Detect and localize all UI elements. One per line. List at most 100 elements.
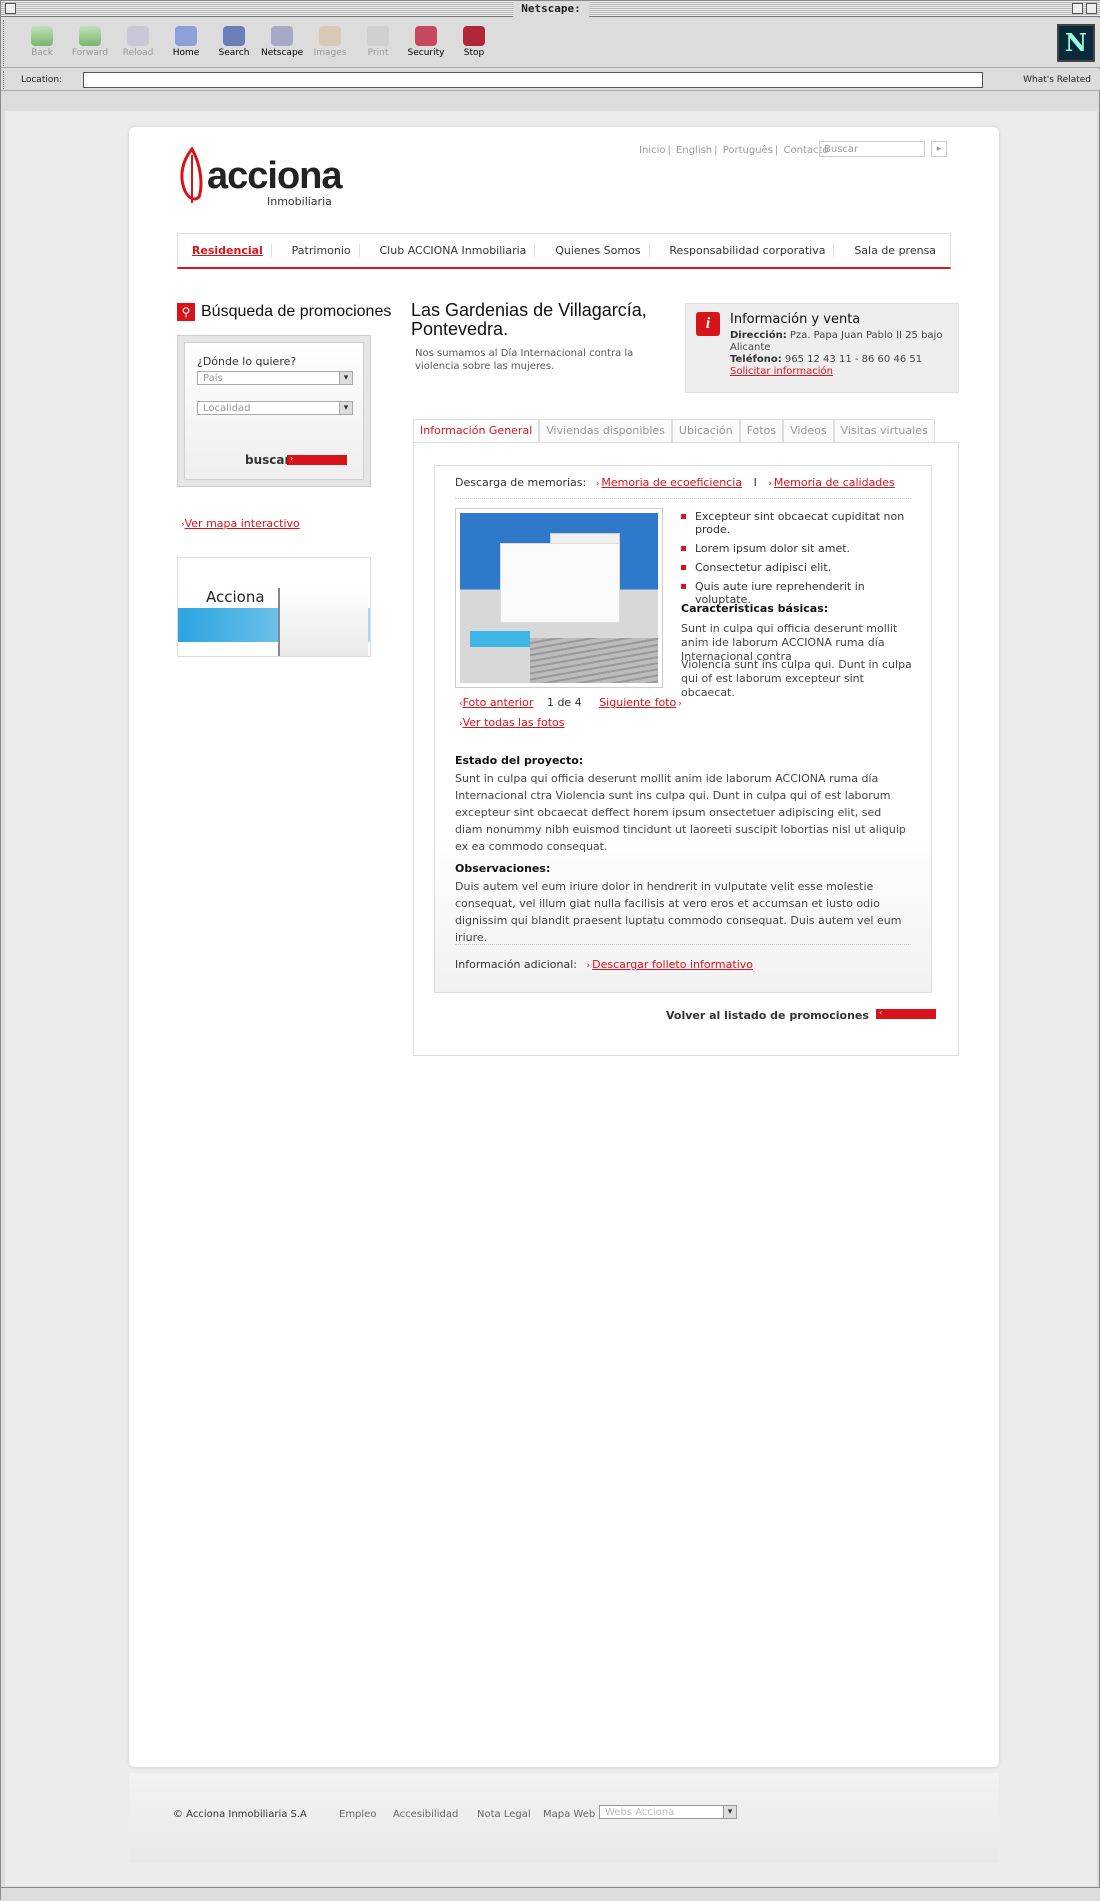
forward-button[interactable]: Forward (69, 26, 111, 58)
netscape-logo: N (1057, 24, 1095, 62)
search-icon (223, 26, 245, 46)
back-arrow-icon (31, 26, 53, 46)
browser-window: Netscape: Back Forward Reload Home Searc… (0, 0, 1100, 1901)
pais-select[interactable]: País (197, 371, 353, 385)
memoria-calidades-link[interactable]: Memoria de calidades (774, 476, 895, 489)
print-button[interactable]: Print (357, 26, 399, 58)
mapa-interactivo-link[interactable]: Ver mapa interactivo (185, 517, 300, 530)
promotion-title: Las Gardenias de Villagarcía, Pontevedra… (411, 300, 647, 339)
toplink-inicio[interactable]: Inicio (639, 145, 665, 156)
netscape-icon (271, 26, 293, 46)
buscar-button[interactable]: › (287, 454, 347, 465)
info-title: Información y venta (730, 312, 861, 327)
photo-nav: ‹Foto anterior 1 de 4 Siguiente foto › (459, 696, 682, 709)
images-button[interactable]: Images (309, 26, 351, 58)
arrow-left-icon: ‹ (879, 1008, 883, 1017)
nav-patrimonio[interactable]: Patrimonio (284, 244, 360, 257)
stop-button[interactable]: Stop (453, 26, 495, 58)
photo-counter: 1 de 4 (546, 696, 582, 709)
collapse-box-icon[interactable] (1086, 3, 1097, 14)
tab-fotos[interactable]: Fotos (739, 419, 784, 443)
tab-visitas-virtuales[interactable]: Visitas virtuales (833, 419, 935, 443)
observaciones-text: Duis autem vel eum iriure dolor in hendr… (455, 880, 902, 944)
security-button[interactable]: Security (405, 26, 447, 58)
ver-todas-fotos-link[interactable]: Ver todas las fotos (463, 716, 565, 729)
volver-label[interactable]: Volver al listado de promociones (666, 1009, 869, 1022)
search-button[interactable]: Search (213, 26, 255, 58)
dotted-divider (455, 498, 911, 499)
footer-nota-legal-link[interactable]: Nota Legal (477, 1809, 531, 1820)
solicitar-info-link[interactable]: Solicitar información (730, 366, 833, 377)
lock-icon (415, 26, 437, 46)
nav-sala-prensa[interactable]: Sala de prensa (846, 244, 944, 257)
reload-button[interactable]: Reload (117, 26, 159, 58)
locbar-grip-icon[interactable] (3, 71, 11, 89)
adicional-row: Información adicional: › Descargar follet… (455, 958, 753, 971)
estado-heading: Estado del proyecto: (455, 754, 584, 767)
zoom-box-icon[interactable] (1072, 3, 1083, 14)
promotion-subtitle: Nos sumamos al Día Internacional contra … (415, 348, 634, 372)
buscar-label[interactable]: buscar (245, 453, 290, 467)
footer-accesibilidad-link[interactable]: Accesibilidad (393, 1809, 458, 1820)
ver-todas-wrap: ›Ver todas las fotos (459, 716, 564, 729)
content-card: acciona Inmobiliaria Inicio | English | Po… (129, 127, 999, 1767)
footer-mapa-web-link[interactable]: Mapa Web (543, 1809, 595, 1820)
localidad-select[interactable]: Localidad (197, 401, 353, 415)
siguiente-foto-link[interactable]: Siguiente foto (599, 696, 676, 709)
location-label: Location: (21, 75, 63, 85)
tab-panel: Descarga de memorias: › Memoria de ecoefi… (413, 442, 959, 1056)
nav-responsabilidad[interactable]: Responsabilidad corporativa (661, 244, 835, 257)
toolbar-grip-icon[interactable] (3, 20, 11, 66)
photo-frame[interactable] (455, 508, 663, 688)
netscape-button[interactable]: Netscape (261, 26, 303, 58)
site-search-input[interactable]: Buscar (819, 141, 925, 157)
nav-residencial[interactable]: Residencial (184, 244, 272, 257)
list-item: Excepteur sint obcaecat cupiditat non pr… (681, 510, 921, 536)
tab-viviendas[interactable]: Viviendas disponibles (539, 419, 672, 443)
window-title: Netscape: (513, 1, 589, 17)
acciona-banner[interactable]: Acciona (177, 557, 371, 657)
tab-informacion-general[interactable]: Información General (413, 419, 540, 443)
forward-arrow-icon (79, 26, 101, 46)
adicional-label: Información adicional: (455, 958, 577, 971)
home-button[interactable]: Home (165, 26, 207, 58)
dotted-divider (455, 944, 911, 945)
site-logo-text[interactable]: acciona (207, 155, 343, 198)
caracteristicas-heading: Caracteristicas básicas: (681, 602, 829, 615)
list-item: Consectetur adipisci elit. (681, 561, 921, 574)
webs-acciona-select[interactable]: Webs Acciona (599, 1805, 737, 1819)
reload-icon (127, 26, 149, 46)
banner-house (278, 588, 368, 656)
separator: I (753, 476, 757, 489)
top-links: Inicio | English | Português | Contacto (639, 145, 829, 156)
nav-quienes-somos[interactable]: Quienes Somos (547, 244, 650, 257)
descargar-folleto-link[interactable]: Descargar folleto informativo (592, 958, 753, 971)
close-box-icon[interactable] (5, 3, 16, 14)
page-viewport[interactable]: acciona Inmobiliaria Inicio | English | Po… (5, 111, 1097, 1886)
location-bar: Location: What's Related (1, 69, 1100, 91)
telefono-label: Teléfono: (730, 354, 782, 365)
caracteristicas-text-2: Violencia sunt ins culpa qui. Dunt in cu… (681, 658, 912, 699)
toplink-portugues[interactable]: Português (723, 145, 773, 156)
back-button[interactable]: Back (21, 26, 63, 58)
nav-club-acciona[interactable]: Club ACCIONA Inmobiliaria (372, 244, 536, 257)
memoria-ecoeficiencia-link[interactable]: Memoria de ecoeficiencia (601, 476, 742, 489)
foto-anterior-link[interactable]: Foto anterior (463, 696, 534, 709)
chevron-right-icon: › (595, 479, 600, 489)
arrow-right-icon: › (290, 454, 294, 463)
whats-related-button[interactable]: What's Related (1023, 75, 1091, 85)
footer-empleo-link[interactable]: Empleo (339, 1809, 376, 1820)
tab-videos[interactable]: Videos (783, 419, 834, 443)
stop-icon (463, 26, 485, 46)
tab-ubicacion[interactable]: Ubicación (671, 419, 740, 443)
print-icon (367, 26, 389, 46)
site-search-button[interactable]: ▸ (931, 141, 947, 157)
magnifier-icon: ⚲ (177, 303, 195, 321)
location-input[interactable] (83, 72, 983, 88)
site-logo-subtitle: Inmobiliaria (267, 195, 332, 208)
where-question: ¿Dónde lo quiere? (197, 355, 297, 368)
toplink-english[interactable]: English (676, 145, 712, 156)
images-icon (319, 26, 341, 46)
main-nav: Residencial Patrimonio Club ACCIONA Inmo… (177, 233, 951, 269)
volver-button[interactable]: ‹ (876, 1008, 936, 1019)
